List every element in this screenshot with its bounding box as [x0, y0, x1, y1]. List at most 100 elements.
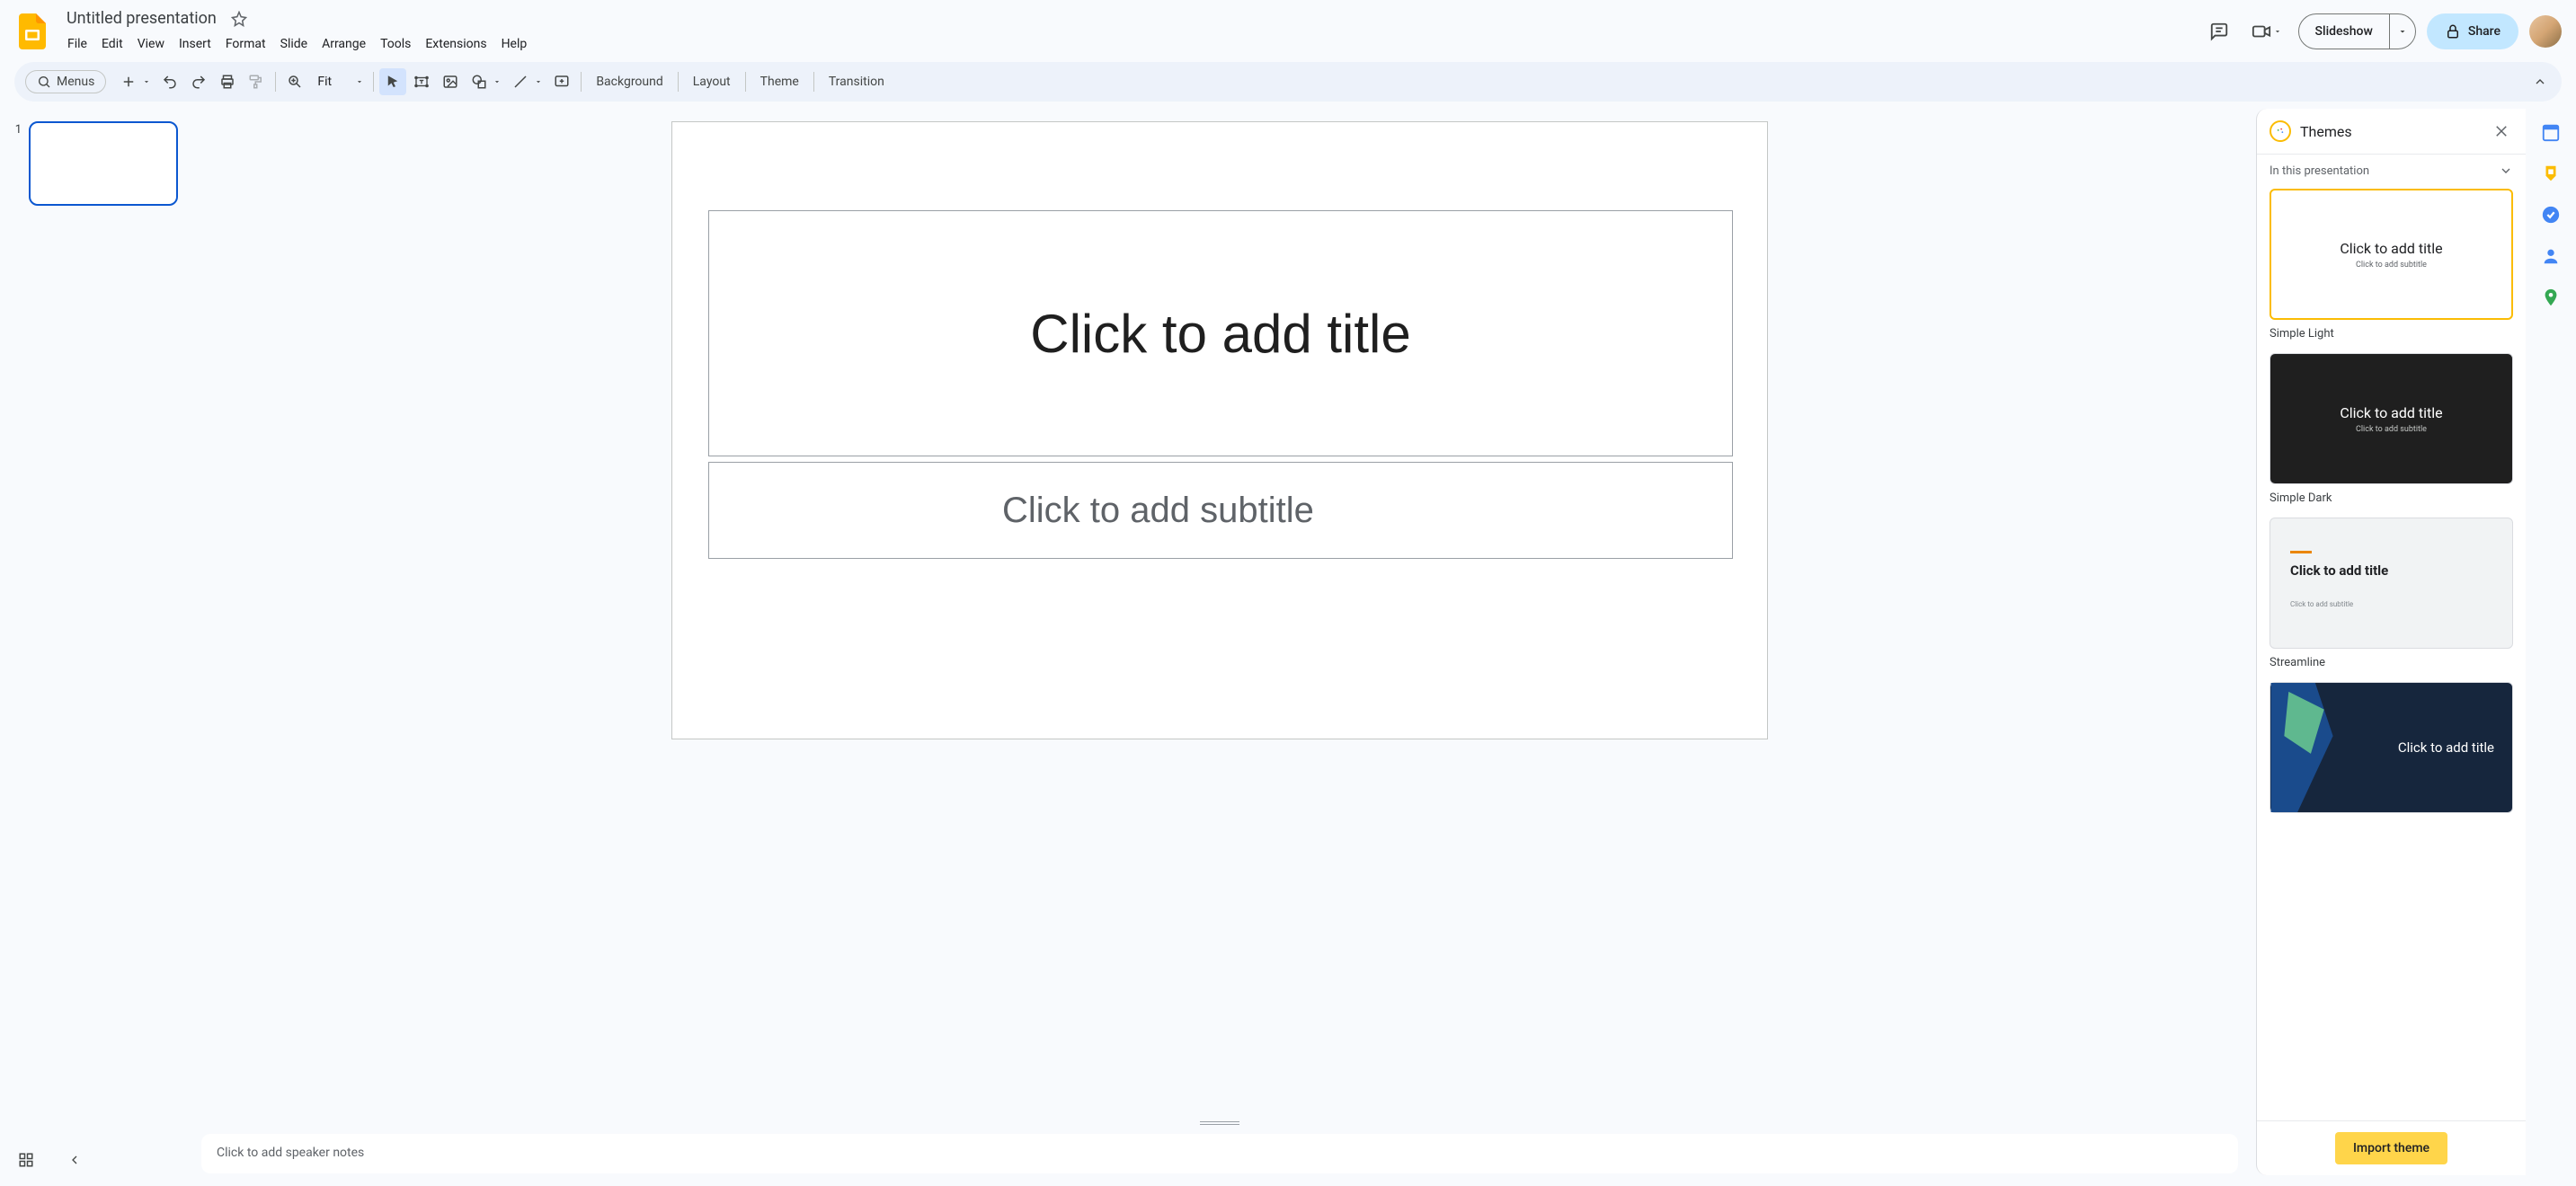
collapse-toolbar-button[interactable]	[2529, 71, 2551, 93]
search-menus-label: Menus	[57, 75, 94, 89]
caret-down-icon	[355, 77, 364, 86]
menu-edit[interactable]: Edit	[95, 33, 129, 55]
slideshow-button[interactable]: Slideshow	[2299, 14, 2389, 49]
comment-tool-button[interactable]	[548, 68, 575, 95]
slide-thumbnail[interactable]	[29, 121, 178, 206]
add-comment-icon	[554, 74, 570, 90]
maps-icon	[2541, 288, 2561, 307]
canvas-viewport[interactable]: Click to add title Click to add subtitle	[189, 109, 2251, 1116]
toolbar-separator	[813, 72, 814, 92]
select-tool-button[interactable]	[379, 68, 406, 95]
speaker-notes-resize-handle[interactable]	[189, 1116, 2251, 1130]
themes-in-presentation-toggle[interactable]: In this presentation	[2257, 155, 2526, 187]
themes-panel-close-button[interactable]	[2490, 119, 2513, 143]
theme-preview: Click to add title Click to add subtitle	[2270, 353, 2513, 484]
menu-file[interactable]: File	[61, 33, 93, 55]
slide-canvas[interactable]: Click to add title Click to add subtitle	[671, 121, 1768, 739]
undo-icon	[162, 74, 178, 90]
menu-tools[interactable]: Tools	[374, 33, 417, 55]
chevron-up-icon	[2533, 75, 2547, 89]
subtitle-textbox[interactable]: Click to add subtitle	[708, 462, 1733, 559]
main-content: 1 Click to add title Click to add subtit…	[0, 109, 2576, 1186]
theme-preview: Click to add title	[2270, 682, 2513, 813]
lock-icon	[2445, 23, 2461, 40]
search-menus-button[interactable]: Menus	[25, 70, 106, 93]
star-icon[interactable]	[231, 11, 247, 27]
caret-down-icon	[2273, 27, 2282, 36]
line-dropdown[interactable]	[534, 77, 546, 86]
canvas-area: Click to add title Click to add subtitle…	[189, 109, 2251, 1186]
video-call-button[interactable]	[2246, 16, 2287, 47]
zoom-icon	[287, 74, 303, 90]
theme-item-simple-dark[interactable]: Click to add title Click to add subtitle…	[2270, 353, 2513, 505]
menu-arrange[interactable]: Arrange	[315, 33, 372, 55]
subtitle-placeholder: Click to add subtitle	[1002, 491, 1314, 531]
themes-list[interactable]: Click to add title Click to add subtitle…	[2257, 187, 2526, 1120]
title-textbox[interactable]: Click to add title	[708, 210, 1733, 456]
new-slide-dropdown[interactable]	[142, 77, 155, 86]
rail-tasks-button[interactable]	[2540, 204, 2562, 226]
menu-view[interactable]: View	[131, 33, 171, 55]
theme-button[interactable]: Theme	[751, 69, 808, 94]
redo-button[interactable]	[185, 68, 212, 95]
document-title[interactable]: Untitled presentation	[61, 7, 222, 30]
menu-extensions[interactable]: Extensions	[419, 33, 493, 55]
menu-slide[interactable]: Slide	[274, 33, 314, 55]
comment-history-button[interactable]	[2203, 15, 2235, 48]
zoom-button[interactable]	[281, 68, 308, 95]
zoom-select[interactable]: Fit	[310, 73, 368, 91]
theme-decorative-shape	[2270, 683, 2342, 812]
menu-help[interactable]: Help	[495, 33, 534, 55]
line-tool-button[interactable]	[507, 68, 534, 95]
comment-icon	[2209, 22, 2229, 41]
paint-format-button[interactable]	[243, 68, 270, 95]
theme-preview-title: Click to add title	[2290, 562, 2388, 579]
speaker-notes-input[interactable]: Click to add speaker notes	[201, 1134, 2238, 1173]
theme-preview: Click to add title Click to add subtitle	[2270, 189, 2513, 320]
caret-down-icon	[2397, 26, 2408, 37]
app-logo[interactable]	[14, 13, 50, 49]
theme-item-simple-light[interactable]: Click to add title Click to add subtitle…	[2270, 189, 2513, 341]
rail-contacts-button[interactable]	[2540, 245, 2562, 267]
layout-button[interactable]: Layout	[684, 69, 740, 94]
rail-maps-button[interactable]	[2540, 287, 2562, 308]
keep-icon	[2541, 164, 2561, 183]
image-tool-button[interactable]	[437, 68, 464, 95]
transition-button[interactable]: Transition	[820, 69, 893, 94]
menu-format[interactable]: Format	[219, 33, 272, 55]
slideshow-dropdown[interactable]	[2389, 14, 2415, 49]
theme-name: Streamline	[2270, 656, 2513, 669]
themes-panel-title: Themes	[2300, 123, 2481, 140]
speaker-notes-placeholder: Click to add speaker notes	[217, 1146, 364, 1160]
themes-subheader-label: In this presentation	[2270, 164, 2369, 178]
import-theme-bar: Import theme	[2257, 1120, 2526, 1175]
new-slide-button[interactable]	[115, 68, 142, 95]
import-theme-button[interactable]: Import theme	[2335, 1132, 2447, 1164]
prev-slide-button[interactable]	[61, 1146, 88, 1173]
rail-calendar-button[interactable]	[2540, 121, 2562, 143]
calendar-icon	[2541, 122, 2561, 142]
chevron-down-icon	[2499, 164, 2513, 178]
grid-view-button[interactable]	[13, 1146, 40, 1173]
account-avatar[interactable]	[2529, 15, 2562, 48]
menu-insert[interactable]: Insert	[173, 33, 218, 55]
slideshow-button-group: Slideshow	[2298, 13, 2416, 49]
zoom-value: Fit	[317, 75, 332, 89]
share-label: Share	[2468, 24, 2500, 39]
background-button[interactable]: Background	[587, 69, 671, 94]
shape-dropdown[interactable]	[493, 77, 505, 86]
shape-tool-button[interactable]	[466, 68, 493, 95]
theme-item-focus[interactable]: Click to add title	[2270, 682, 2513, 813]
themes-panel: Themes In this presentation Click to add…	[2256, 109, 2526, 1175]
undo-button[interactable]	[156, 68, 183, 95]
theme-item-streamline[interactable]: Click to add title Click to add subtitle…	[2270, 518, 2513, 669]
print-button[interactable]	[214, 68, 241, 95]
rail-keep-button[interactable]	[2540, 163, 2562, 184]
share-button[interactable]: Share	[2427, 13, 2518, 49]
toolbar-separator	[581, 72, 582, 92]
side-rail	[2526, 109, 2576, 1186]
theme-preview-title: Click to add title	[2398, 739, 2494, 756]
textbox-tool-button[interactable]	[408, 68, 435, 95]
theme-preview-subtitle: Click to add subtitle	[2290, 600, 2353, 608]
caret-down-icon	[534, 77, 543, 86]
